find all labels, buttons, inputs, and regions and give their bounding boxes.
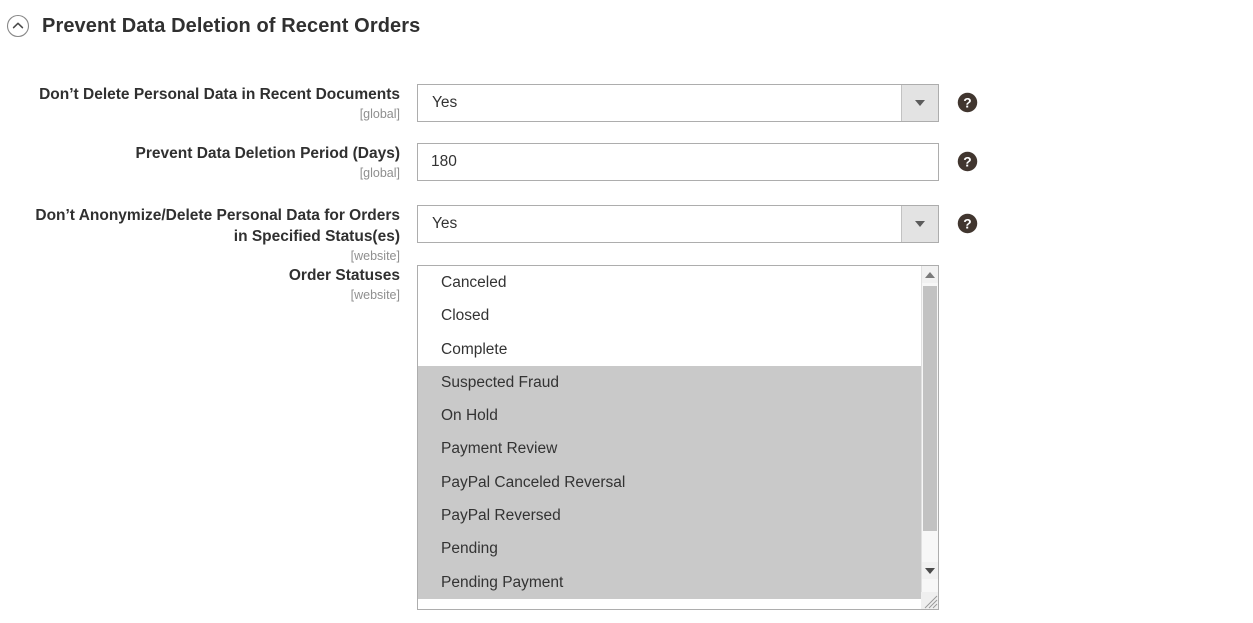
arrow-up-glyph <box>925 271 935 278</box>
question-mark-icon[interactable]: ? <box>957 151 978 172</box>
order-statuses-multiselect[interactable]: Canceled Closed Complete Suspected Fraud On … <box>417 265 939 610</box>
select-dont-anonymize-delete[interactable]: Yes <box>417 205 939 243</box>
question-mark-icon[interactable]: ? <box>957 92 978 113</box>
vertical-scrollbar[interactable] <box>921 266 938 609</box>
list-item[interactable]: Complete <box>418 333 921 366</box>
prevent-data-deletion-period-input[interactable] <box>417 143 939 181</box>
field-label: Prevent Data Deletion Period (Days) <box>135 145 400 162</box>
field-label: Don’t Delete Personal Data in Recent Doc… <box>39 86 400 103</box>
arrow-down-glyph <box>915 100 925 106</box>
page-title: Prevent Data Deletion of Recent Orders <box>42 14 421 37</box>
section-header[interactable]: Prevent Data Deletion of Recent Orders <box>0 8 420 44</box>
field-scope: [global] <box>359 166 400 180</box>
field-control: Canceled Closed Complete Suspected Fraud On … <box>417 265 939 610</box>
field-row-order-statuses: Order Statuses [website] Canceled Closed C… <box>0 265 1000 610</box>
field-label: Order Statuses <box>288 267 400 284</box>
list-item[interactable]: Pending Payment <box>418 565 921 599</box>
list-item[interactable]: Pending <box>418 532 921 566</box>
select-dont-delete-personal-data[interactable]: Yes <box>417 84 939 122</box>
field-label-block: Order Statuses [website] <box>0 265 400 303</box>
field-label-line-2: in Specified Status(es) <box>233 228 400 245</box>
list-item[interactable]: PayPal Reversed <box>418 499 921 533</box>
arrow-down-glyph <box>925 567 935 574</box>
question-mark-icon[interactable]: ? <box>957 213 978 234</box>
list-item[interactable]: On Hold <box>418 399 921 433</box>
chevron-down-icon[interactable] <box>901 85 938 121</box>
field-label-block: Don’t Anonymize/Delete Personal Data for… <box>0 205 400 264</box>
list-item[interactable]: Canceled <box>418 266 921 299</box>
field-label-line-1: Don’t Anonymize/Delete Personal Data for… <box>35 207 400 224</box>
field-label-block: Don’t Delete Personal Data in Recent Doc… <box>0 84 400 122</box>
list-item[interactable]: PayPal Canceled Reversal <box>418 465 921 500</box>
order-statuses-option-list[interactable]: Canceled Closed Complete Suspected Fraud On … <box>418 266 921 609</box>
scroll-down-arrow-icon[interactable] <box>922 562 938 579</box>
field-control: Yes ? <box>417 84 978 122</box>
svg-text:?: ? <box>963 94 971 110</box>
select-value: Yes <box>432 94 458 111</box>
select-value: Yes <box>432 215 458 232</box>
field-scope: [website] <box>350 249 400 263</box>
list-item[interactable]: Suspected Fraud <box>418 365 921 400</box>
arrow-down-glyph <box>915 221 925 227</box>
field-control: Yes ? <box>417 205 978 243</box>
list-item[interactable]: Payment Review <box>418 432 921 466</box>
field-scope: [website] <box>350 288 400 302</box>
svg-text:?: ? <box>963 215 971 231</box>
scrollbar-thumb[interactable] <box>923 286 937 531</box>
list-item[interactable]: Closed <box>418 299 921 332</box>
field-control: ? <box>417 143 978 181</box>
chevron-down-icon[interactable] <box>901 206 938 242</box>
resize-grip-icon[interactable] <box>921 592 938 609</box>
field-row-dont-anonymize-delete: Don’t Anonymize/Delete Personal Data for… <box>0 205 1000 264</box>
field-scope: [global] <box>359 107 400 121</box>
field-label-block: Prevent Data Deletion Period (Days) [glo… <box>0 143 400 181</box>
svg-text:?: ? <box>963 153 971 169</box>
scroll-up-arrow-icon[interactable] <box>922 266 938 283</box>
field-row-dont-delete-personal-data: Don’t Delete Personal Data in Recent Doc… <box>0 84 1000 122</box>
field-row-prevent-data-deletion-period: Prevent Data Deletion Period (Days) [glo… <box>0 143 1000 181</box>
chevron-up-circle-icon[interactable] <box>6 14 30 38</box>
